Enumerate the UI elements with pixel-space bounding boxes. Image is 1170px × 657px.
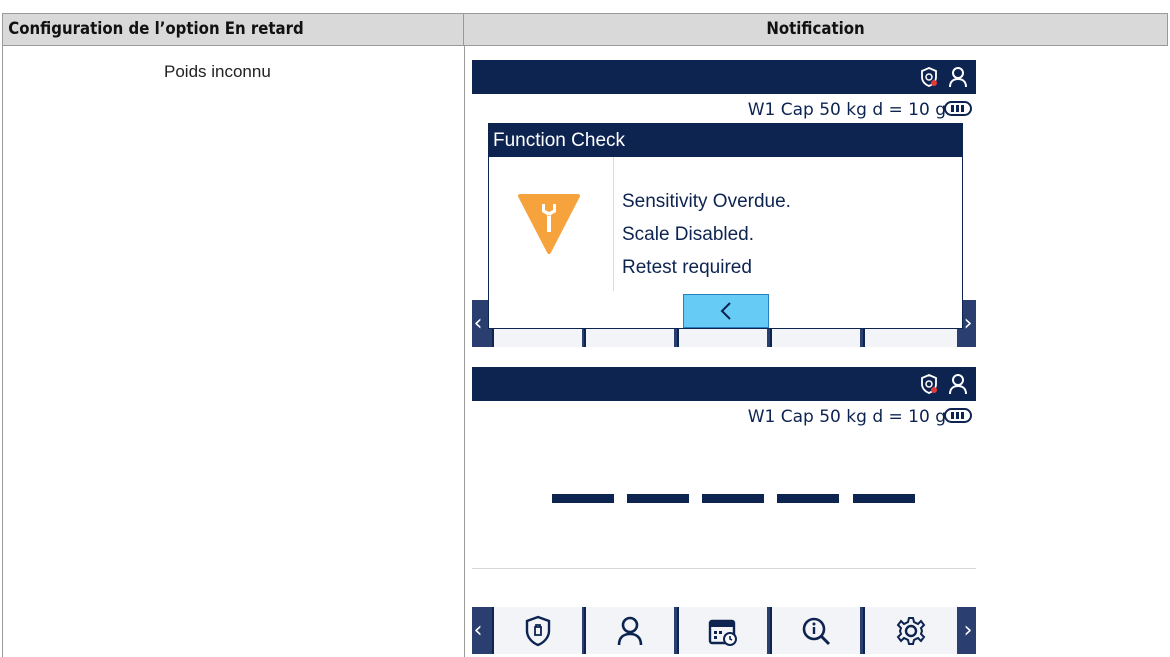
- weight-dash: [702, 494, 764, 503]
- weight-dash: [777, 494, 839, 503]
- battery-icon: [944, 408, 972, 423]
- message-line-3: Retest required: [622, 257, 752, 278]
- header-notification-label: Notification: [766, 19, 865, 39]
- weight-dash: [853, 494, 915, 503]
- capacity-label: W1 Cap 50 kg d = 10 g: [747, 407, 946, 427]
- row-label: Poids inconnu: [164, 62, 271, 81]
- battery-icon: [944, 101, 972, 116]
- header-cell-config: Configuration de l’option En retard: [2, 13, 464, 46]
- gear-icon: [896, 616, 926, 645]
- weight-dash: [552, 494, 614, 503]
- chevron-right-icon[interactable]: ›: [962, 607, 974, 654]
- softkey-shield[interactable]: [492, 607, 582, 654]
- user-icon: [947, 373, 969, 400]
- header-config-label: Configuration de l’option En retard: [8, 19, 304, 39]
- user-icon: [947, 66, 969, 93]
- terminal-screen-dialog: W1 Cap 50 kg d = 10 g ‹ › Function Check…: [472, 60, 976, 347]
- softkey-calendar[interactable]: [677, 607, 767, 654]
- chevron-left-icon[interactable]: ‹: [472, 607, 484, 654]
- shield-alert-icon: [920, 374, 938, 399]
- weight-dash: [627, 494, 689, 503]
- function-check-dialog: Function Check Sensitivity Overdue. Scal…: [488, 123, 963, 329]
- document-table: Configuration de l’option En retard Noti…: [0, 0, 1170, 657]
- softkey-search[interactable]: [770, 607, 860, 654]
- wrench-warning-icon: [516, 194, 582, 259]
- softkey-bar: ‹ ›: [472, 607, 976, 654]
- softkey-user[interactable]: [584, 607, 674, 654]
- chevron-left-icon: [720, 302, 731, 320]
- message-line-2: Scale Disabled.: [622, 224, 755, 245]
- capacity-label: W1 Cap 50 kg d = 10 g: [747, 100, 946, 120]
- table-border-left: [2, 46, 3, 657]
- calendar-icon: [708, 619, 737, 646]
- divider-line: [472, 568, 976, 569]
- user-icon: [617, 616, 643, 645]
- dialog-divider: [613, 157, 614, 291]
- terminal-screen-weight: W1 Cap 50 kg d = 10 g ‹ ›: [472, 367, 976, 654]
- chevron-right-icon[interactable]: ›: [962, 300, 974, 347]
- back-button[interactable]: [683, 294, 769, 328]
- table-border-middle: [464, 46, 465, 657]
- status-bar: [472, 60, 976, 94]
- chevron-left-icon[interactable]: ‹: [472, 300, 484, 347]
- message-line-1: Sensitivity Overdue.: [622, 191, 791, 212]
- softkey-gear[interactable]: [863, 607, 957, 654]
- search-icon: [802, 617, 831, 645]
- dialog-title: Function Check: [489, 124, 962, 157]
- header-cell-notification: Notification: [464, 13, 1168, 46]
- shield-alert-icon: [920, 67, 938, 92]
- status-bar: [472, 367, 976, 401]
- shield-icon: [525, 615, 551, 646]
